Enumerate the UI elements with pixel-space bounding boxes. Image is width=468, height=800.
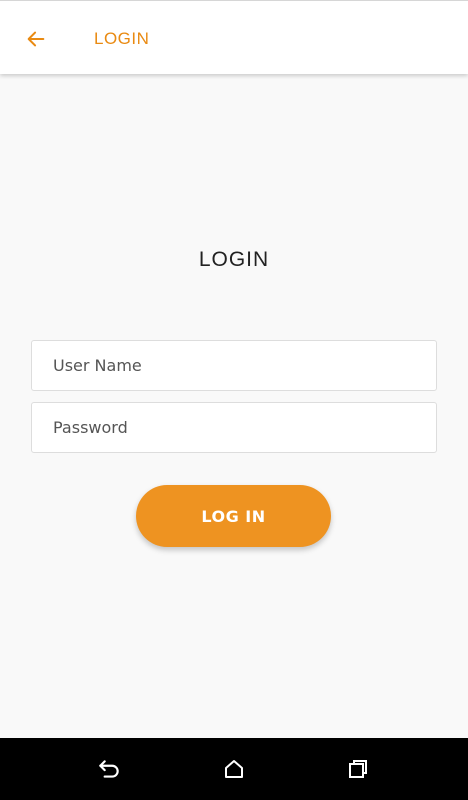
arrow-left-icon [27,31,45,47]
recent-apps-icon [349,760,367,778]
password-input[interactable] [31,402,437,453]
back-icon [99,760,119,778]
system-back-button[interactable] [94,754,124,784]
system-navigation-bar [0,738,468,800]
home-icon [225,760,243,778]
login-button[interactable]: LOG IN [136,485,331,547]
system-home-button[interactable] [219,754,249,784]
username-input[interactable] [31,340,437,391]
app-bar: LOGIN [0,0,468,74]
login-content: LOGIN LOG IN [0,74,468,738]
app-bar-title: LOGIN [94,29,150,48]
back-button[interactable] [18,21,54,57]
page-title: LOGIN [198,248,270,271]
system-recent-apps-button[interactable] [343,754,373,784]
